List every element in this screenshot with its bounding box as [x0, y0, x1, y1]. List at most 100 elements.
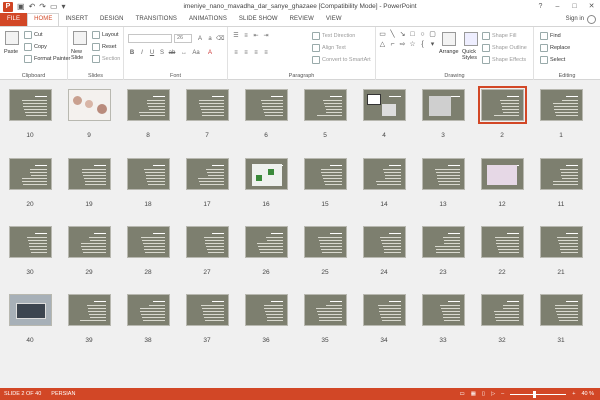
tab-insert[interactable]: INSERT — [59, 13, 94, 26]
shrink-font-icon[interactable]: a — [206, 35, 214, 43]
bullets-icon[interactable]: ☰ — [232, 32, 240, 40]
slide-thumbnail[interactable] — [186, 158, 229, 190]
font-size-combo[interactable]: 26 — [174, 34, 192, 43]
slide-thumbnail[interactable] — [540, 226, 583, 258]
align-center-icon[interactable]: ≡ — [242, 49, 250, 57]
slide-thumbnail[interactable] — [304, 89, 347, 121]
decrease-indent-icon[interactable]: ⇤ — [252, 32, 260, 40]
slide-count-status[interactable]: SLIDE 2 OF 40 — [4, 388, 41, 400]
numbering-icon[interactable]: ≡ — [242, 32, 250, 40]
slide-thumbnail[interactable] — [68, 158, 111, 190]
layout-button[interactable]: Layout — [92, 31, 119, 39]
language-status[interactable]: PERSIAN — [51, 388, 75, 400]
right-arrow-shape-icon[interactable]: ⇨ — [398, 40, 407, 49]
slide-thumbnail[interactable] — [9, 294, 52, 326]
slide-thumbnail[interactable] — [304, 226, 347, 258]
line-shape-icon[interactable]: ╲ — [388, 30, 397, 39]
slide-thumbnail[interactable] — [245, 89, 288, 121]
zoom-level[interactable]: 40 % — [581, 388, 594, 400]
slide-thumbnail[interactable] — [481, 294, 524, 326]
slide-thumbnail[interactable] — [127, 89, 170, 121]
zoom-out-button[interactable]: – — [501, 388, 504, 400]
quick-styles-button[interactable]: Quick Styles — [462, 49, 480, 61]
convert-smartart-button[interactable]: Convert to SmartArt — [312, 56, 371, 64]
font-color-icon[interactable]: A — [206, 49, 214, 57]
save-icon[interactable]: ▣ — [17, 2, 25, 12]
section-button[interactable]: Section — [92, 55, 120, 63]
align-right-icon[interactable]: ≡ — [252, 49, 260, 57]
slide-thumbnail[interactable] — [245, 294, 288, 326]
slide-thumbnail[interactable] — [540, 89, 583, 121]
arrange-icon[interactable] — [442, 32, 456, 46]
undo-icon[interactable]: ↶ — [29, 2, 36, 12]
slide-sorter[interactable]: 1 2 3 4 5 6 7 8 9 10 11 12 13 14 15 16 17 18 19 20 21 22 23 24 2… — [0, 80, 600, 388]
strikethrough-icon[interactable]: ab — [168, 49, 176, 57]
new-slide-icon[interactable] — [73, 31, 87, 45]
clear-format-icon[interactable]: ⌫ — [216, 35, 224, 43]
copy-button[interactable]: Copy — [24, 43, 47, 51]
underline-icon[interactable]: U — [148, 49, 156, 57]
slide-thumbnail[interactable] — [127, 158, 170, 190]
tab-file[interactable]: FILE — [0, 13, 28, 26]
select-button[interactable]: Select — [540, 56, 565, 64]
tab-home[interactable]: HOME — [27, 13, 60, 26]
maximize-button[interactable]: □ — [566, 0, 583, 13]
tab-view[interactable]: VIEW — [320, 13, 348, 26]
shape-fill-button[interactable]: Shape Fill — [482, 32, 516, 40]
customize-qat-icon[interactable]: ▾ — [62, 2, 66, 12]
zoom-slider[interactable] — [510, 390, 567, 398]
shadow-icon[interactable]: S — [158, 49, 166, 57]
reset-button[interactable]: Reset — [92, 43, 116, 51]
format-painter-button[interactable]: Format Painter — [24, 55, 70, 63]
more-shapes-icon[interactable]: ▾ — [428, 40, 437, 49]
tab-animations[interactable]: ANIMATIONS — [183, 13, 233, 26]
slide-thumbnail[interactable] — [9, 226, 52, 258]
text-box-shape-icon[interactable]: ▭ — [378, 30, 387, 39]
brace-shape-icon[interactable]: { — [418, 40, 427, 49]
font-name-combo[interactable] — [128, 34, 172, 43]
slide-sorter-view-icon[interactable]: ▦ — [471, 388, 476, 400]
align-left-icon[interactable]: ≡ — [232, 49, 240, 57]
slide-thumbnail[interactable] — [245, 158, 288, 190]
slide-thumbnail[interactable] — [127, 226, 170, 258]
slide-thumbnail[interactable] — [363, 89, 406, 121]
increase-indent-icon[interactable]: ⇥ — [262, 32, 270, 40]
text-direction-button[interactable]: Text Direction — [312, 32, 355, 40]
change-case-icon[interactable]: Aa — [192, 49, 200, 57]
cut-button[interactable]: Cut — [24, 31, 43, 39]
tab-review[interactable]: REVIEW — [284, 13, 320, 26]
rectangle-shape-icon[interactable]: □ — [408, 30, 417, 39]
close-button[interactable]: ✕ — [583, 0, 600, 13]
star-shape-icon[interactable]: ☆ — [408, 40, 417, 49]
slide-thumbnail[interactable] — [68, 226, 111, 258]
reading-view-icon[interactable]: ▯ — [482, 388, 485, 400]
tab-slide-show[interactable]: SLIDE SHOW — [233, 13, 284, 26]
rounded-rect-shape-icon[interactable]: ▢ — [428, 30, 437, 39]
elbow-connector-shape-icon[interactable]: ⌐ — [388, 40, 397, 49]
tab-design[interactable]: DESIGN — [94, 13, 130, 26]
zoom-in-button[interactable]: + — [572, 388, 575, 400]
slideshow-view-icon[interactable]: ▷ — [491, 388, 495, 400]
help-button[interactable]: ? — [532, 0, 549, 13]
shape-outline-button[interactable]: Shape Outline — [482, 44, 527, 52]
slide-thumbnail[interactable] — [245, 226, 288, 258]
triangle-shape-icon[interactable]: △ — [378, 40, 387, 49]
slide-thumbnail[interactable] — [9, 89, 52, 121]
oval-shape-icon[interactable]: ○ — [418, 30, 427, 39]
find-button[interactable]: Find — [540, 32, 561, 40]
paste-button[interactable]: Paste — [4, 49, 18, 55]
zoom-slider-thumb[interactable] — [532, 390, 536, 398]
slide-thumbnail[interactable] — [68, 294, 111, 326]
start-slideshow-icon[interactable]: ▭ — [50, 2, 58, 12]
slide-thumbnail[interactable] — [481, 226, 524, 258]
slide-thumbnail[interactable] — [422, 89, 465, 121]
slide-thumbnail[interactable] — [363, 158, 406, 190]
slide-thumbnail[interactable] — [422, 226, 465, 258]
slide-thumbnail[interactable] — [186, 294, 229, 326]
arrange-button[interactable]: Arrange — [439, 49, 459, 55]
char-spacing-icon[interactable]: ↔ — [180, 49, 188, 57]
slide-thumbnail[interactable] — [186, 89, 229, 121]
slide-thumbnail[interactable] — [540, 294, 583, 326]
justify-icon[interactable]: ≡ — [262, 49, 270, 57]
normal-view-icon[interactable]: ▭ — [460, 388, 465, 400]
